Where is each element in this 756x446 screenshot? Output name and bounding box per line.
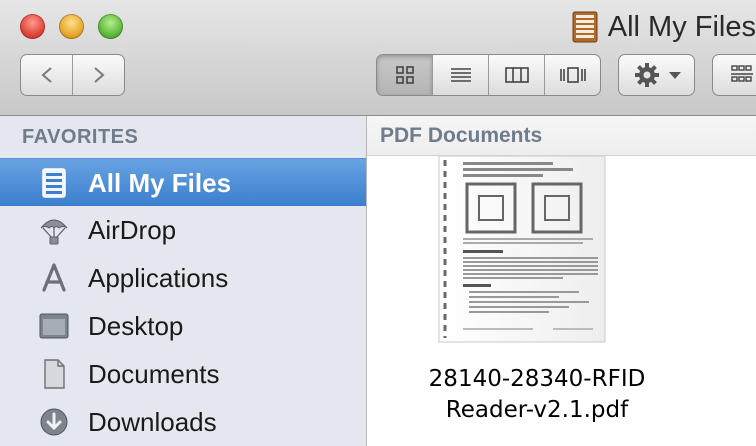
gear-icon: [634, 63, 659, 87]
all-my-files-icon: [42, 168, 66, 198]
sidebar: FAVORITES All My Files AirDrop Applicati…: [0, 116, 367, 446]
minimize-window-button[interactable]: [59, 14, 84, 39]
action-menu-button[interactable]: [618, 54, 695, 96]
window-title-area: All My Files: [570, 8, 756, 46]
file-name-line: Reader-v2.1.pdf: [445, 397, 629, 423]
list-view-icon: [450, 68, 471, 82]
sidebar-item-label: Downloads: [88, 407, 217, 437]
window-toolbar: All My Files: [0, 0, 756, 116]
sidebar-section-header: FAVORITES: [22, 126, 139, 148]
sidebar-item-desktop[interactable]: Desktop: [0, 302, 366, 350]
sidebar-item-applications[interactable]: Applications: [0, 254, 366, 302]
airdrop-icon: [40, 219, 68, 245]
group-header: PDF Documents: [367, 116, 756, 156]
column-view-icon: [504, 67, 529, 83]
view-mode-buttons: [376, 54, 601, 96]
all-my-files-icon: [572, 11, 598, 43]
chevron-down-icon: [668, 72, 681, 79]
arrange-icon: [731, 65, 753, 82]
list-view-button[interactable]: [432, 55, 488, 95]
back-forward-buttons: [20, 54, 125, 96]
zoom-window-button[interactable]: [98, 14, 123, 39]
column-view-button[interactable]: [488, 55, 544, 95]
arrange-button[interactable]: [712, 54, 756, 96]
documents-icon: [44, 359, 65, 389]
icon-view-button[interactable]: [377, 55, 432, 95]
back-arrow-icon: [40, 67, 52, 83]
cover-flow-view-icon: [559, 67, 586, 83]
sidebar-item-downloads[interactable]: Downloads: [0, 398, 366, 446]
sidebar-item-airdrop[interactable]: AirDrop: [0, 206, 366, 254]
file-name-label[interactable]: 28140-28340-RFID Reader-v2.1.pdf: [407, 364, 667, 426]
sidebar-item-label: AirDrop: [88, 215, 177, 245]
sidebar-item-documents[interactable]: Documents: [0, 350, 366, 398]
back-button[interactable]: [21, 55, 72, 95]
cover-flow-view-button[interactable]: [544, 55, 600, 95]
pdf-document-icon[interactable]: [433, 156, 611, 349]
applications-icon: [42, 263, 66, 292]
forward-button[interactable]: [72, 55, 124, 95]
file-name-line: 28140-28340-RFID: [428, 366, 646, 392]
sidebar-item-label: Documents: [88, 359, 220, 389]
icon-view-icon: [395, 66, 414, 84]
downloads-icon: [40, 408, 68, 436]
group-title: PDF Documents: [380, 124, 543, 147]
file-browser-content: PDF Documents 28140-28340-RFID Reader-v2…: [367, 116, 756, 446]
sidebar-item-label: All My Files: [88, 168, 232, 198]
window-title: All My Files: [607, 10, 756, 43]
sidebar-item-label: Applications: [88, 263, 229, 293]
sidebar-item-label: Desktop: [88, 311, 184, 341]
desktop-icon: [39, 313, 69, 339]
forward-arrow-icon: [93, 67, 105, 83]
sidebar-item-all-my-files[interactable]: All My Files: [0, 158, 366, 206]
close-window-button[interactable]: [20, 14, 45, 39]
